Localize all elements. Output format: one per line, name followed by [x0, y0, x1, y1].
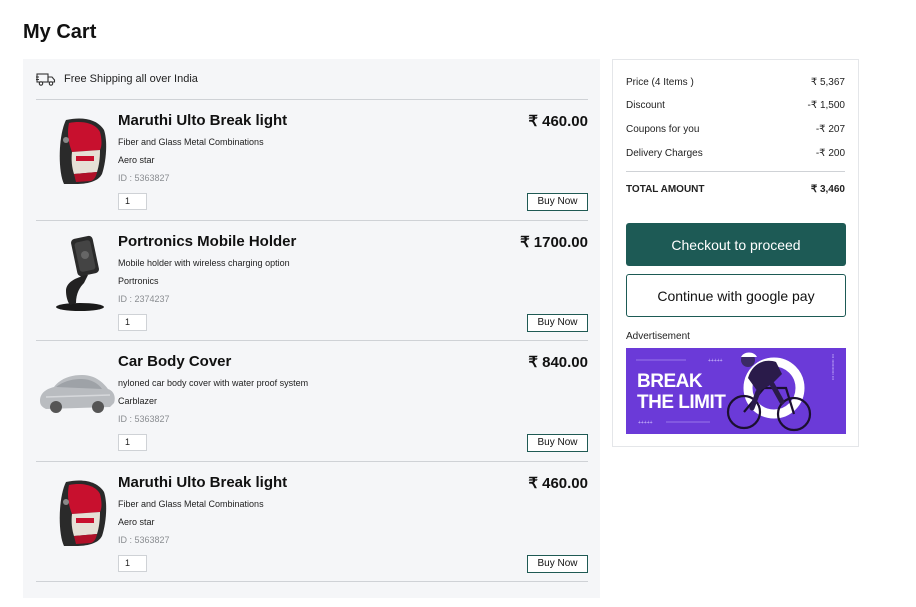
- item-price: ₹ 1700.00: [520, 234, 588, 251]
- svg-text:+++++: +++++: [708, 358, 723, 364]
- summary-label: Price (4 Items ): [626, 77, 694, 88]
- summary-divider: [626, 171, 845, 172]
- item-id: ID : 5363827: [118, 414, 170, 424]
- item-brand: Aero star: [118, 155, 155, 165]
- svg-text:••• ••••••••••• •••: ••• ••••••••••• •••: [831, 354, 836, 381]
- summary-value: -₹ 207: [815, 124, 845, 135]
- total-value: ₹ 3,460: [810, 184, 845, 195]
- ad-headline-line-2: THE LIMIT: [637, 392, 726, 413]
- item-price: ₹ 460.00: [528, 475, 588, 492]
- car-cover-icon: [40, 375, 115, 413]
- ad-headline: BREAK THE LIMIT: [637, 371, 726, 413]
- quantity-input[interactable]: 1: [118, 555, 147, 572]
- phone-holder-icon: [56, 235, 104, 311]
- advertisement-banner[interactable]: +++++ +++++ ••• ••••••••••• ••• BREAK TH…: [626, 348, 846, 434]
- summary-row-coupons: Coupons for you -₹ 207: [626, 124, 845, 138]
- buy-now-button[interactable]: Buy Now: [527, 314, 588, 332]
- item-id: ID : 5363827: [118, 535, 170, 545]
- shipping-notice-text: Free Shipping all over India: [64, 73, 198, 85]
- item-id: ID : 5363827: [118, 173, 170, 183]
- item-name[interactable]: Portronics Mobile Holder: [118, 233, 296, 250]
- buy-now-button[interactable]: Buy Now: [527, 555, 588, 573]
- summary-row-total: TOTAL AMOUNT ₹ 3,460: [626, 184, 845, 198]
- ad-headline-line-1: BREAK: [637, 371, 703, 392]
- item-name[interactable]: Maruthi Ulto Break light: [118, 474, 287, 491]
- item-name[interactable]: Maruthi Ulto Break light: [118, 112, 287, 129]
- total-label: TOTAL AMOUNT: [626, 184, 705, 195]
- buy-now-button[interactable]: Buy Now: [527, 193, 588, 211]
- item-description: Mobile holder with wireless charging opt…: [118, 258, 290, 268]
- checkout-button[interactable]: Checkout to proceed: [626, 223, 846, 266]
- quantity-input[interactable]: 1: [118, 193, 147, 210]
- summary-row-price: Price (4 Items ) ₹ 5,367: [626, 77, 845, 91]
- quantity-input[interactable]: 1: [118, 314, 147, 331]
- order-summary: Price (4 Items ) ₹ 5,367 Discount -₹ 1,5…: [612, 59, 859, 447]
- quantity-input[interactable]: 1: [118, 434, 147, 451]
- item-brand: Carblazer: [118, 396, 158, 406]
- item-price: ₹ 460.00: [528, 113, 588, 130]
- shipping-notice: Free Shipping all over India: [36, 70, 198, 88]
- item-id: ID : 2374237: [118, 294, 170, 304]
- item-price: ₹ 840.00: [528, 354, 588, 371]
- google-pay-button[interactable]: Continue with google pay: [626, 274, 846, 317]
- tail-light-icon: [59, 118, 107, 184]
- cart-item: Portronics Mobile Holder ₹ 1700.00 Mobil…: [36, 220, 588, 341]
- summary-value: -₹ 200: [815, 148, 845, 159]
- svg-text:+++++: +++++: [638, 420, 653, 426]
- divider: [36, 581, 588, 582]
- summary-row-delivery: Delivery Charges -₹ 200: [626, 148, 845, 162]
- truck-icon: [36, 73, 56, 86]
- cart-item: Car Body Cover ₹ 840.00 nyloned car body…: [36, 340, 588, 461]
- item-brand: Aero star: [118, 517, 155, 527]
- advertisement-label: Advertisement: [626, 331, 690, 342]
- summary-value: -₹ 1,500: [807, 100, 846, 111]
- item-description: Fiber and Glass Metal Combinations: [118, 137, 264, 147]
- item-brand: Portronics: [118, 276, 159, 286]
- item-name[interactable]: Car Body Cover: [118, 353, 231, 370]
- tail-light-icon: [59, 480, 107, 546]
- cart-panel: Free Shipping all over India Maruthi Ult…: [23, 59, 600, 598]
- summary-label: Discount: [626, 100, 665, 111]
- page-title: My Cart: [23, 21, 97, 43]
- cart-item: Maruthi Ulto Break light ₹ 460.00 Fiber …: [36, 461, 588, 582]
- summary-label: Coupons for you: [626, 124, 700, 135]
- item-description: Fiber and Glass Metal Combinations: [118, 499, 264, 509]
- summary-label: Delivery Charges: [626, 148, 703, 159]
- cart-item: Maruthi Ulto Break light ₹ 460.00 Fiber …: [36, 99, 588, 220]
- summary-row-discount: Discount -₹ 1,500: [626, 100, 845, 114]
- buy-now-button[interactable]: Buy Now: [527, 434, 588, 452]
- item-description: nyloned car body cover with water proof …: [118, 378, 309, 388]
- summary-value: ₹ 5,367: [810, 77, 845, 88]
